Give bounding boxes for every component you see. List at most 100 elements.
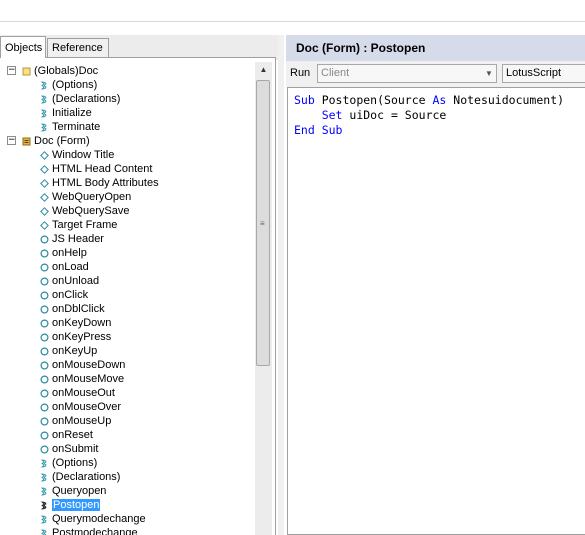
tree-item[interactable]: HTML Head Content [40, 162, 152, 176]
tree-item-label: onUnload [52, 275, 100, 288]
tree-item-label: (Options) [52, 457, 98, 470]
tree-item[interactable]: Querymodechange [40, 512, 146, 526]
tree-item[interactable]: Terminate [40, 120, 100, 134]
chevron-down-icon[interactable]: ▼ [482, 65, 496, 82]
code-line: Sub Postopen(Source As Notesuidocument) [294, 93, 564, 108]
tree-item[interactable]: onClick [40, 288, 88, 302]
event-circle-icon [40, 235, 49, 244]
event-circle-icon [40, 333, 49, 342]
run-label: Run [290, 67, 311, 79]
page-title: Doc (Form) : Postopen [286, 35, 585, 61]
tree-item-label: onKeyDown [52, 317, 112, 330]
tree-item[interactable]: WebQuerySave [40, 204, 129, 218]
event-circle-icon [40, 431, 49, 440]
event-circle-icon [40, 417, 49, 426]
globals-icon [22, 67, 31, 76]
tree-item[interactable]: onMouseDown [40, 358, 125, 372]
tree-item[interactable]: (Declarations) [40, 470, 120, 484]
tree-item[interactable]: JS Header [40, 232, 104, 246]
lotusscript-icon [40, 459, 47, 467]
lotusscript-icon [40, 473, 47, 481]
tree-item[interactable]: Window Title [40, 148, 114, 162]
lotusscript-icon [40, 501, 47, 509]
collapse-icon[interactable]: − [7, 136, 16, 145]
event-circle-icon [40, 249, 49, 258]
tree-item-label: onMouseDown [52, 359, 126, 372]
code-keyword: As [432, 93, 447, 107]
tree-item[interactable]: onHelp [40, 246, 87, 260]
tree-item[interactable]: onDblClick [40, 302, 105, 316]
tree-item[interactable]: onMouseOver [40, 400, 121, 414]
tree-item-label: Doc (Form) [34, 135, 90, 148]
pane-divider[interactable] [278, 35, 284, 535]
tree-item-label: Window Title [52, 149, 115, 162]
formula-diamond-icon [40, 220, 49, 230]
formula-diamond-icon [40, 192, 49, 202]
tree-item-label: (Declarations) [52, 471, 121, 484]
formula-diamond-icon [40, 178, 49, 188]
code-keyword: Sub [294, 93, 315, 107]
language-select[interactable]: LotusScript [502, 64, 585, 83]
scroll-up-icon[interactable]: ▲ [255, 62, 272, 78]
tab-objects[interactable]: Objects [0, 36, 46, 58]
form-icon [22, 137, 31, 146]
tree-item-label: Initialize [52, 107, 92, 120]
tree-item-label: onKeyPress [52, 331, 112, 344]
tree-item[interactable]: WebQueryOpen [40, 190, 131, 204]
tree-item[interactable]: (Options) [40, 78, 97, 92]
tree-item[interactable]: (Globals)Doc [22, 64, 98, 78]
event-circle-icon [40, 403, 49, 412]
lotusscript-icon [40, 95, 47, 103]
tree-scrollbar[interactable]: ▲ ≡ [255, 62, 272, 535]
tree-item[interactable]: Target Frame [40, 218, 117, 232]
event-circle-icon [40, 291, 49, 300]
object-tree: − (Globals)Doc (Options) (Declarations) Init… [0, 57, 276, 535]
lotusscript-icon [40, 487, 47, 495]
tree-item[interactable]: onKeyDown [40, 316, 111, 330]
tree-item[interactable]: onReset [40, 428, 93, 442]
tree-item[interactable]: onSubmit [40, 442, 98, 456]
tab-reference[interactable]: Reference [47, 38, 109, 57]
code-editor[interactable]: Sub Postopen(Source As Notesuidocument) … [287, 87, 585, 535]
tree-item[interactable]: onMouseMove [40, 372, 124, 386]
tree-item[interactable]: Initialize [40, 106, 92, 120]
tree-item[interactable]: HTML Body Attributes [40, 176, 159, 190]
tree-item-label: HTML Body Attributes [52, 177, 159, 190]
tree-item-label: (Declarations) [52, 93, 121, 106]
run-target-select[interactable]: Client ▼ [317, 64, 497, 83]
scroll-thumb[interactable]: ≡ [256, 80, 270, 366]
event-circle-icon [40, 319, 49, 328]
tree-item-label: onMouseOut [52, 387, 115, 400]
formula-diamond-icon [40, 206, 49, 216]
tree-item[interactable]: Doc (Form) [22, 134, 90, 148]
tree-item[interactable]: onMouseOut [40, 386, 115, 400]
tree-item[interactable]: onKeyPress [40, 330, 111, 344]
tree-item[interactable]: onLoad [40, 260, 89, 274]
tree-item-label: onKeyUp [52, 345, 98, 358]
run-target-value: Client [321, 67, 350, 79]
collapse-icon[interactable]: − [7, 66, 16, 75]
formula-diamond-icon [40, 164, 49, 174]
tree-item-label: JS Header [52, 233, 104, 246]
tree-item[interactable]: onKeyUp [40, 344, 97, 358]
tree-item[interactable]: Postopen [40, 498, 101, 512]
code-keyword: End Sub [294, 123, 343, 137]
grip-icon: ≡ [260, 219, 265, 228]
tree-item[interactable]: onUnload [40, 274, 99, 288]
tree-item-label: WebQueryOpen [52, 191, 132, 204]
tree-item-label: onSubmit [52, 443, 99, 456]
tree-item-label: Postopen [52, 499, 101, 512]
tree-item[interactable]: onMouseUp [40, 414, 111, 428]
tree-item[interactable]: (Declarations) [40, 92, 120, 106]
lotusscript-icon [40, 81, 47, 89]
run-toolbar: Run Client ▼ LotusScript [286, 61, 585, 87]
tree-item-label: onHelp [52, 247, 87, 260]
tree-item[interactable]: Queryopen [40, 484, 106, 498]
event-circle-icon [40, 305, 49, 314]
tree-item[interactable]: Postmodechange [40, 526, 138, 535]
event-circle-icon [40, 347, 49, 356]
tree-item[interactable]: (Options) [40, 456, 97, 470]
tree-item-label: onMouseUp [52, 415, 112, 428]
tree-item-label: Querymodechange [52, 513, 146, 526]
